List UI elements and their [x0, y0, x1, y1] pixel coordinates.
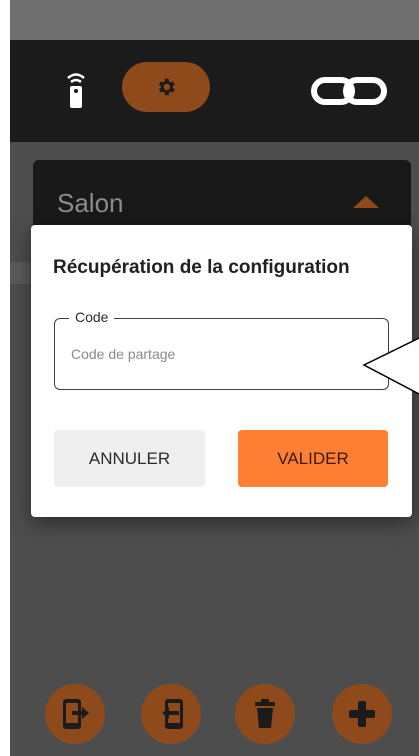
add-button[interactable] — [332, 684, 392, 744]
share-code-field[interactable]: Code — [54, 309, 389, 390]
delete-button[interactable] — [235, 684, 295, 744]
export-button[interactable] — [45, 684, 105, 744]
gear-icon — [158, 78, 175, 96]
import-phone-icon — [162, 699, 183, 729]
trash-icon — [255, 699, 275, 728]
bottom-action-bar — [10, 684, 419, 756]
caret-up-icon — [353, 196, 379, 208]
room-label: Salon — [57, 188, 124, 218]
add-icon — [349, 701, 375, 727]
settings-tab[interactable] — [122, 62, 210, 112]
confirm-button[interactable]: VALIDER — [238, 430, 388, 487]
share-code-label: Code — [69, 309, 115, 325]
room-dropdown[interactable]: Salon — [33, 160, 411, 232]
dialog-title: Récupération de la configuration — [53, 257, 350, 278]
import-button[interactable] — [141, 684, 201, 744]
background-fragment — [10, 262, 30, 284]
remote-control-icon[interactable] — [65, 72, 87, 108]
share-code-input[interactable] — [71, 343, 371, 365]
callout-pointer — [362, 337, 419, 395]
status-bar — [10, 0, 419, 40]
config-retrieval-dialog: Récupération de la configuration Code AN… — [31, 225, 412, 517]
export-phone-icon — [63, 699, 89, 729]
cancel-button[interactable]: ANNULER — [54, 430, 205, 487]
link-icon[interactable] — [310, 76, 388, 106]
